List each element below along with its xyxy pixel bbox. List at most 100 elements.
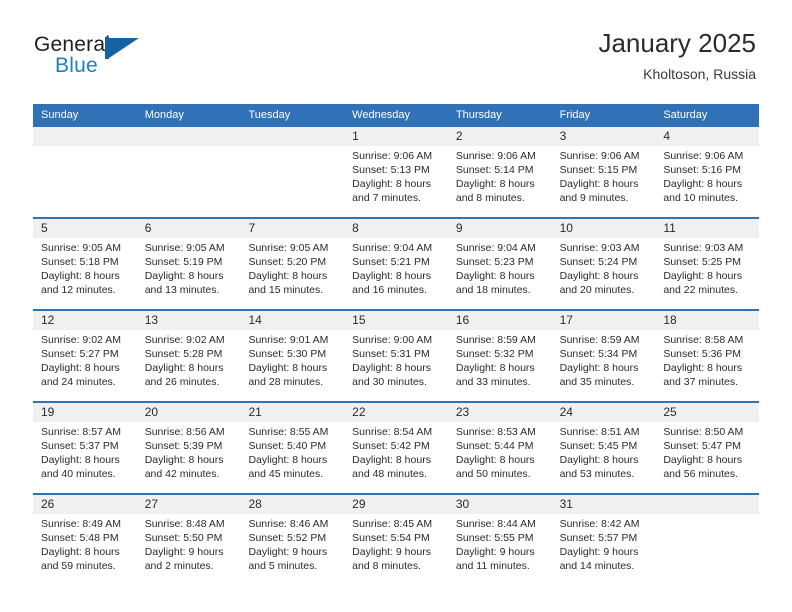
day-number[interactable]: 17 (552, 311, 656, 330)
sunrise-text: Sunrise: 9:05 AM (248, 242, 329, 254)
day-cell[interactable]: Sunrise: 9:02 AM Sunset: 5:27 PM Daylight:… (33, 330, 137, 401)
day-cell[interactable]: Sunrise: 8:51 AM Sunset: 5:45 PM Daylight:… (552, 422, 656, 493)
day-cell[interactable]: Sunrise: 8:53 AM Sunset: 5:44 PM Daylight:… (448, 422, 552, 493)
day-number[interactable]: 20 (137, 403, 241, 422)
day-number[interactable]: 21 (240, 403, 344, 422)
sunrise-text: Sunrise: 9:06 AM (352, 150, 433, 162)
daylight-text-line1: Daylight: 9 hours (559, 546, 639, 559)
day-cell[interactable]: Sunrise: 8:54 AM Sunset: 5:42 PM Daylight:… (344, 422, 448, 493)
day-cell[interactable]: Sunrise: 8:59 AM Sunset: 5:32 PM Daylight:… (448, 330, 552, 401)
sunset-text: Sunset: 5:31 PM (352, 348, 430, 361)
sunset-text: Sunset: 5:21 PM (352, 256, 430, 269)
day-number[interactable]: 10 (552, 219, 656, 238)
title-block: January 2025 Kholtoson, Russia (598, 28, 756, 83)
day-number[interactable]: 13 (137, 311, 241, 330)
day-cell[interactable]: Sunrise: 9:00 AM Sunset: 5:31 PM Daylight:… (344, 330, 448, 401)
sunset-text: Sunset: 5:42 PM (352, 440, 430, 453)
page-header: General Blue January 2025 Kholtoson, Rus… (0, 0, 792, 82)
day-number[interactable]: 25 (655, 403, 759, 422)
day-cell[interactable]: Sunrise: 9:06 AM Sunset: 5:14 PM Daylight:… (448, 146, 552, 217)
day-number[interactable]: 9 (448, 219, 552, 238)
day-cell[interactable]: Sunrise: 9:05 AM Sunset: 5:19 PM Daylight:… (137, 238, 241, 309)
day-cell[interactable]: Sunrise: 9:05 AM Sunset: 5:18 PM Daylight:… (33, 238, 137, 309)
day-cell[interactable]: Sunrise: 9:01 AM Sunset: 5:30 PM Daylight:… (240, 330, 344, 401)
day-number[interactable]: 24 (552, 403, 656, 422)
day-cell[interactable]: Sunrise: 8:56 AM Sunset: 5:39 PM Daylight:… (137, 422, 241, 493)
day-number[interactable]: 14 (240, 311, 344, 330)
daylight-text-line1: Daylight: 8 hours (455, 178, 535, 191)
day-cell[interactable]: Sunrise: 9:04 AM Sunset: 5:21 PM Daylight:… (344, 238, 448, 309)
day-number[interactable]: 11 (655, 219, 759, 238)
daylight-text-line2: and 8 minutes. (455, 192, 525, 205)
sunset-text: Sunset: 5:28 PM (144, 348, 223, 361)
day-number[interactable]: 31 (552, 495, 656, 514)
day-number[interactable]: 2 (448, 127, 552, 146)
sunset-text: Sunset: 5:45 PM (559, 440, 638, 453)
day-cell[interactable]: Sunrise: 9:04 AM Sunset: 5:23 PM Daylight:… (448, 238, 552, 309)
logo-text-blue: Blue (55, 54, 98, 77)
day-number[interactable]: 6 (137, 219, 241, 238)
day-cell[interactable]: Sunrise: 8:48 AM Sunset: 5:50 PM Daylight:… (137, 514, 241, 585)
sunrise-text: Sunrise: 8:59 AM (559, 334, 640, 346)
day-number[interactable]: 26 (33, 495, 137, 514)
day-number[interactable]: 27 (137, 495, 241, 514)
day-cell[interactable]: Sunrise: 9:05 AM Sunset: 5:20 PM Daylight:… (240, 238, 344, 309)
day-cell[interactable]: Sunrise: 8:44 AM Sunset: 5:55 PM Daylight:… (448, 514, 552, 585)
day-number[interactable]: 30 (448, 495, 552, 514)
day-cell[interactable]: Sunrise: 8:42 AM Sunset: 5:57 PM Daylight:… (552, 514, 656, 585)
sunset-text: Sunset: 5:54 PM (352, 532, 430, 545)
sunrise-text: Sunrise: 9:06 AM (455, 150, 536, 162)
daylight-text-line2: and 28 minutes. (248, 376, 324, 389)
general-blue-logo[interactable]: General Blue (34, 33, 164, 79)
day-cell[interactable]: Sunrise: 9:06 AM Sunset: 5:16 PM Daylight:… (655, 146, 759, 217)
daylight-text-line1: Daylight: 8 hours (41, 270, 120, 283)
day-cell[interactable]: Sunrise: 9:02 AM Sunset: 5:28 PM Daylight:… (137, 330, 241, 401)
day-number[interactable]: 19 (33, 403, 137, 422)
day-number[interactable]: 16 (448, 311, 552, 330)
sunrise-text: Sunrise: 9:05 AM (41, 242, 121, 254)
day-cell[interactable]: Sunrise: 8:49 AM Sunset: 5:48 PM Daylight:… (33, 514, 137, 585)
sunset-text: Sunset: 5:15 PM (559, 164, 638, 177)
day-number[interactable]: 3 (552, 127, 656, 146)
day-number[interactable]: 5 (33, 219, 137, 238)
sunset-text: Sunset: 5:48 PM (41, 532, 119, 545)
sunrise-text: Sunrise: 9:03 AM (559, 242, 640, 254)
sunset-text: Sunset: 5:50 PM (144, 532, 223, 545)
day-cell[interactable]: Sunrise: 9:03 AM Sunset: 5:24 PM Daylight:… (552, 238, 656, 309)
day-cell[interactable]: Sunrise: 8:57 AM Sunset: 5:37 PM Daylight:… (33, 422, 137, 493)
day-number[interactable]: 8 (344, 219, 448, 238)
day-number[interactable]: 15 (344, 311, 448, 330)
daylight-text-line2: and 30 minutes. (352, 376, 427, 389)
day-cell[interactable]: Sunrise: 9:06 AM Sunset: 5:15 PM Daylight:… (552, 146, 656, 217)
day-cell[interactable]: Sunrise: 8:50 AM Sunset: 5:47 PM Daylight:… (655, 422, 759, 493)
sunrise-text: Sunrise: 9:00 AM (352, 334, 433, 346)
day-cell[interactable]: Sunrise: 9:06 AM Sunset: 5:13 PM Daylight:… (344, 146, 448, 217)
day-cell[interactable]: Sunrise: 8:58 AM Sunset: 5:36 PM Daylight:… (655, 330, 759, 401)
day-number[interactable]: 18 (655, 311, 759, 330)
sunset-text: Sunset: 5:39 PM (144, 440, 223, 453)
day-number[interactable]: 22 (344, 403, 448, 422)
day-number[interactable]: 4 (655, 127, 759, 146)
sunrise-text: Sunrise: 8:55 AM (248, 426, 329, 438)
day-number[interactable]: 23 (448, 403, 552, 422)
sunset-text: Sunset: 5:13 PM (352, 164, 430, 177)
day-number[interactable]: 7 (240, 219, 344, 238)
day-cell[interactable]: Sunrise: 8:45 AM Sunset: 5:54 PM Daylight:… (344, 514, 448, 585)
daylight-text-line1: Daylight: 8 hours (559, 178, 639, 191)
sunset-text: Sunset: 5:23 PM (455, 256, 534, 269)
day-cell[interactable]: Sunrise: 8:55 AM Sunset: 5:40 PM Daylight:… (240, 422, 344, 493)
daylight-text-line2: and 13 minutes. (144, 284, 220, 297)
weeks-container: 1 2 3 4 Sunrise: 9:06 AM Sunset: 5:13 PM Dayli… (33, 127, 759, 585)
daylight-text-line1: Daylight: 8 hours (144, 454, 224, 467)
day-number[interactable]: 28 (240, 495, 344, 514)
daylight-text-line1: Daylight: 8 hours (663, 178, 743, 191)
day-cell[interactable]: Sunrise: 8:59 AM Sunset: 5:34 PM Daylight:… (552, 330, 656, 401)
weekday-header-saturday: Saturday (663, 109, 708, 121)
day-number[interactable]: 29 (344, 495, 448, 514)
day-cell[interactable]: Sunrise: 8:46 AM Sunset: 5:52 PM Daylight:… (240, 514, 344, 585)
day-number[interactable]: 12 (33, 311, 137, 330)
day-cell[interactable]: Sunrise: 9:03 AM Sunset: 5:25 PM Daylight:… (655, 238, 759, 309)
week-detail-row: Sunrise: 9:02 AM Sunset: 5:27 PM Daylight:… (33, 330, 759, 401)
calendar-week-row: 12 13 14 15 16 17 18 Sunrise: 9:02 AM Sunset: 5:… (33, 309, 759, 401)
day-number[interactable]: 1 (344, 127, 448, 146)
